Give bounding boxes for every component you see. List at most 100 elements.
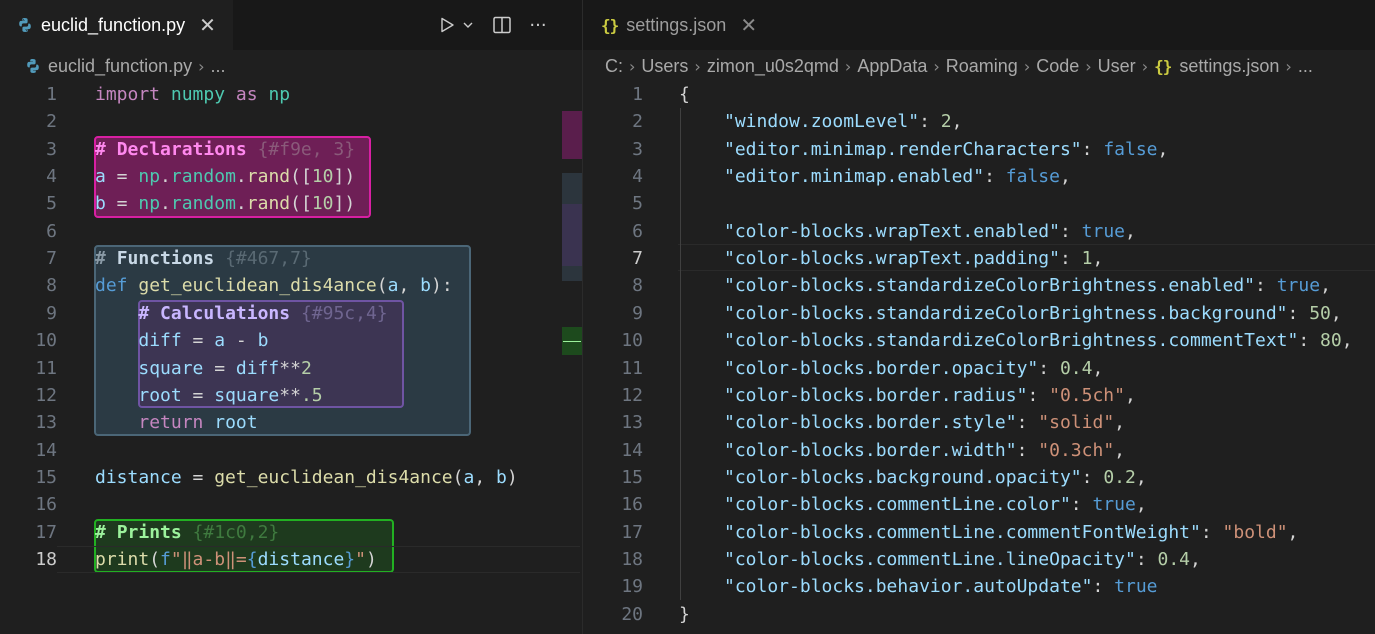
- code-text: return root: [95, 409, 257, 436]
- code-line[interactable]: 14: [0, 437, 582, 464]
- code-editor[interactable]: 1 import numpy as np 2 3 # Declarations {#f9…: [0, 80, 582, 634]
- code-token: square: [138, 357, 204, 379]
- code-token: {#1c0,2}: [192, 521, 280, 543]
- json-line[interactable]: 13 "color-blocks.border.style": "solid",: [583, 409, 1375, 436]
- code-token: {#f9e, 3}: [257, 138, 356, 160]
- breadcrumb-segment[interactable]: User: [1098, 56, 1136, 77]
- json-text: "color-blocks.standardizeColorBrightness…: [724, 272, 1331, 299]
- code-token: b: [95, 193, 106, 215]
- json-line[interactable]: 4 "editor.minimap.enabled": false,: [583, 163, 1375, 190]
- line-number: 11: [621, 357, 643, 379]
- json-line[interactable]: 14 "color-blocks.border.width": "0.3ch",: [583, 437, 1375, 464]
- json-line[interactable]: 3 "editor.minimap.renderCharacters": fals…: [583, 136, 1375, 163]
- breadcrumb-separator: ›: [844, 56, 852, 76]
- code-line[interactable]: 15 distance = get_euclidean_dis4ance(a, b…: [0, 464, 582, 491]
- chevron-down-icon: [463, 22, 473, 28]
- json-line[interactable]: 6 "color-blocks.wrapText.enabled": true,: [583, 218, 1375, 245]
- tab-settings-json[interactable]: {} settings.json ✕: [583, 0, 770, 50]
- tab-euclid-function[interactable]: euclid_function.py ✕: [0, 0, 233, 50]
- json-line[interactable]: 19 "color-blocks.behavior.autoUpdate": tr…: [583, 573, 1375, 600]
- code-line[interactable]: 12 root = square**.5: [0, 382, 582, 409]
- code-token: ([: [290, 193, 312, 215]
- breadcrumb-segment[interactable]: C:: [605, 56, 623, 77]
- colon: :: [1016, 412, 1039, 434]
- close-icon[interactable]: ✕: [199, 13, 216, 37]
- code-line[interactable]: 11 square = diff**2: [0, 355, 582, 382]
- code-line[interactable]: 6: [0, 218, 582, 245]
- code-token: .: [235, 193, 247, 215]
- breadcrumb-more[interactable]: ...: [1298, 56, 1313, 77]
- breadcrumb-segment[interactable]: Users: [641, 56, 688, 77]
- json-line[interactable]: 2 "window.zoomLevel": 2,: [583, 108, 1375, 135]
- breadcrumb-segment[interactable]: Code: [1036, 56, 1079, 77]
- breadcrumb-segment[interactable]: AppData: [857, 56, 927, 77]
- code-line[interactable]: 17 # Prints {#1c0,2}: [0, 519, 582, 546]
- code-line[interactable]: 16: [0, 491, 582, 518]
- json-line[interactable]: 5: [583, 190, 1375, 217]
- breadcrumb-separator: ›: [933, 56, 940, 76]
- run-dropdown-button[interactable]: [460, 13, 476, 37]
- json-line[interactable]: 16 "color-blocks.commentLine.color": true…: [583, 491, 1375, 518]
- breadcrumb-segment[interactable]: Roaming: [946, 56, 1018, 77]
- json-line[interactable]: 18 "color-blocks.commentLine.lineOpacity"…: [583, 546, 1375, 573]
- code-token: square: [214, 384, 280, 406]
- more-actions-button[interactable]: ···: [526, 13, 550, 37]
- breadcrumb-file[interactable]: {} settings.json: [1154, 56, 1279, 77]
- code-line[interactable]: 10 diff = a - b: [0, 327, 582, 354]
- code-token: ": [355, 548, 366, 570]
- close-icon[interactable]: ✕: [740, 13, 757, 37]
- breadcrumb-segment[interactable]: zimon_u0s2qmd: [707, 56, 839, 77]
- code-token: return: [138, 412, 204, 434]
- code-token: f: [160, 548, 171, 570]
- code-line[interactable]: 9 # Calculations {#95c,4}: [0, 300, 582, 327]
- json-value: 0.2: [1103, 466, 1136, 488]
- breadcrumb-file-label: settings.json: [1179, 55, 1280, 76]
- code-line[interactable]: 1 import numpy as np: [0, 81, 582, 108]
- line-number: 3: [632, 138, 643, 160]
- line-number: 7: [632, 248, 643, 270]
- code-line[interactable]: 7 # Functions {#467,7}: [0, 245, 582, 272]
- json-line[interactable]: 11 "color-blocks.border.opacity": 0.4,: [583, 355, 1375, 382]
- line-number: 9: [46, 302, 57, 324]
- json-value: 0.4: [1157, 548, 1191, 570]
- json-file-icon: {}: [1154, 56, 1172, 76]
- code-line[interactable]: 3 # Declarations {#f9e, 3}: [0, 136, 582, 163]
- code-line[interactable]: 18 print(f"‖a-b‖={distance}"): [0, 546, 582, 573]
- code-token: import: [95, 84, 161, 105]
- code-line[interactable]: 2: [0, 108, 582, 135]
- code-token: np: [138, 166, 161, 188]
- code-token: .5: [300, 384, 323, 406]
- code-token: ): [365, 548, 377, 570]
- code-line[interactable]: 13 return root: [0, 409, 582, 436]
- code-line[interactable]: 5b = np.random.rand([10]): [0, 190, 582, 217]
- json-line[interactable]: 8 "color-blocks.standardizeColorBrightnes…: [583, 272, 1375, 299]
- json-line[interactable]: 7 "color-blocks.wrapText.padding": 1,: [583, 245, 1375, 272]
- json-line[interactable]: 17 "color-blocks.commentLine.commentFontW…: [583, 519, 1375, 546]
- json-text: "editor.minimap.renderCharacters": false…: [724, 136, 1168, 163]
- code-token: {: [246, 548, 258, 570]
- json-line[interactable]: 20}: [583, 601, 1375, 628]
- code-token: b: [420, 275, 431, 297]
- split-editor-button[interactable]: [490, 13, 514, 37]
- breadcrumb-file[interactable]: euclid_function.py: [25, 56, 192, 77]
- breadcrumb-separator: ›: [1141, 56, 1149, 76]
- breadcrumb: C: › Users › zimon_u0s2qmd › AppData › Roaming › C…: [583, 50, 1375, 82]
- code-line[interactable]: 4a = np.random.rand([10]): [0, 163, 582, 190]
- code-text: root = square**.5: [95, 382, 323, 409]
- code-line[interactable]: 8 def get_euclidean_dis4ance(a, b):: [0, 272, 582, 299]
- json-line[interactable]: 15 "color-blocks.background.opacity": 0.2…: [583, 464, 1375, 491]
- code-token: ([: [290, 166, 312, 188]
- json-line[interactable]: 10 "color-blocks.standardizeColorBrightne…: [583, 327, 1375, 354]
- run-python-file-button[interactable]: [436, 13, 458, 37]
- json-line[interactable]: 1{: [583, 81, 1375, 108]
- json-text: "color-blocks.border.opacity": 0.4,: [724, 355, 1103, 382]
- json-line[interactable]: 12 "color-blocks.border.radius": "0.5ch",: [583, 382, 1375, 409]
- json-line[interactable]: 9 "color-blocks.standardizeColorBrightnes…: [583, 300, 1375, 327]
- json-code-editor[interactable]: 1{2 "window.zoomLevel": 2, 3 "editor.minima…: [583, 80, 1375, 634]
- code-text: # Declarations {#f9e, 3}: [95, 136, 355, 163]
- code-token: diff: [138, 330, 182, 352]
- breadcrumb-more[interactable]: ...: [211, 56, 226, 77]
- line-number: 15: [35, 466, 57, 488]
